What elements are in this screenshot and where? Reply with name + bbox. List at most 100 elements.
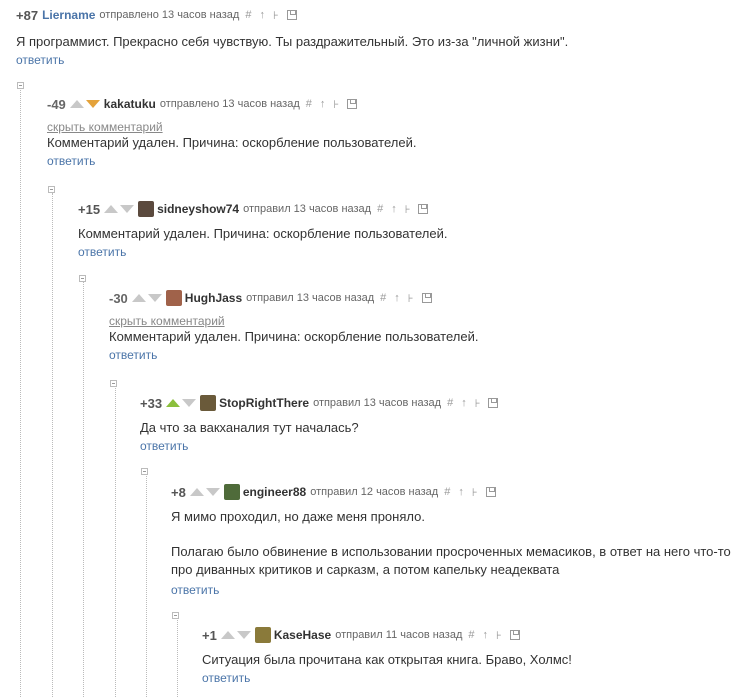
author-link[interactable]: kakatuku: [104, 97, 156, 111]
save-icon[interactable]: [347, 99, 358, 109]
thread-line: [177, 618, 178, 697]
upvote-icon[interactable]: [104, 205, 119, 213]
comment-header: +1 KaseHase отправил 11 часов назад # ↑ …: [202, 625, 732, 645]
upvote-icon[interactable]: [220, 631, 235, 639]
vote-buttons: [166, 399, 197, 407]
upvote-icon[interactable]: [166, 399, 181, 407]
parent-icon[interactable]: ↑: [394, 292, 400, 304]
timestamp: отправил 13 часов назад: [243, 203, 372, 215]
collapse-toggle[interactable]: [141, 468, 148, 475]
rating: +1: [202, 627, 217, 643]
comment: -30 HughJass отправил 13 часов назад # ↑…: [109, 288, 739, 362]
parent-icon[interactable]: ↑: [458, 486, 464, 498]
comment-text: Я программист. Прекрасно себя чувствую. …: [16, 34, 569, 49]
branch-icon[interactable]: ⊦: [472, 486, 478, 499]
reply-link[interactable]: ответить: [171, 583, 736, 597]
downvote-icon[interactable]: [85, 100, 100, 108]
comment-header: -49 kakatuku отправлено 13 часов назад #…: [47, 94, 737, 114]
downvote-icon[interactable]: [120, 205, 135, 213]
branch-icon[interactable]: ⊦: [496, 629, 502, 642]
downvote-icon[interactable]: [147, 294, 162, 302]
permalink-icon[interactable]: #: [380, 292, 386, 304]
avatar: [223, 484, 240, 500]
vote-buttons: [104, 205, 135, 213]
author-link[interactable]: HughJass: [185, 291, 242, 305]
thread-line: [83, 281, 84, 697]
collapse-toggle[interactable]: [172, 612, 179, 619]
parent-icon[interactable]: ↑: [461, 397, 467, 409]
collapse-toggle[interactable]: [79, 275, 86, 282]
timestamp: отправил 11 часов назад: [335, 629, 463, 641]
rating: -49: [47, 96, 66, 112]
rating: +87: [16, 7, 39, 23]
upvote-icon[interactable]: [189, 488, 204, 496]
permalink-icon[interactable]: #: [245, 9, 251, 21]
parent-icon[interactable]: ↑: [320, 98, 326, 110]
save-icon[interactable]: [509, 630, 520, 640]
reply-link[interactable]: ответить: [140, 439, 740, 453]
comment-actions: # ↑ ⊦: [306, 98, 358, 111]
branch-icon[interactable]: ⊦: [333, 98, 339, 111]
hide-comment-link[interactable]: скрыть комментарий: [109, 314, 739, 328]
author-link[interactable]: KaseHase: [274, 628, 331, 642]
comment-text: Комментарий удален. Причина: оскорбление…: [47, 135, 417, 150]
collapse-toggle[interactable]: [17, 82, 24, 89]
parent-icon[interactable]: ↑: [259, 9, 265, 21]
save-icon[interactable]: [488, 398, 499, 408]
upvote-icon[interactable]: [69, 100, 84, 108]
save-icon[interactable]: [286, 10, 297, 20]
comment-text: Я мимо проходил, но даже меня проняло.: [171, 509, 425, 524]
branch-icon[interactable]: ⊦: [273, 9, 279, 22]
branch-icon[interactable]: ⊦: [405, 203, 411, 216]
comment-actions: # ↑ ⊦: [380, 292, 432, 305]
thread-line: [115, 386, 116, 697]
parent-icon[interactable]: ↑: [391, 203, 397, 215]
branch-icon[interactable]: ⊦: [475, 397, 481, 410]
comment-actions: # ↑ ⊦: [377, 203, 429, 216]
parent-icon[interactable]: ↑: [483, 629, 489, 641]
permalink-icon[interactable]: #: [444, 486, 450, 498]
avatar: [254, 627, 271, 643]
avatar: [165, 290, 182, 306]
comment-actions: # ↑ ⊦: [468, 629, 520, 642]
comment: +87 Liername отправлено 13 часов назад #…: [16, 5, 736, 68]
comment: +33 StopRightThere отправил 13 часов наз…: [140, 393, 740, 453]
downvote-icon[interactable]: [182, 399, 197, 407]
reply-link[interactable]: ответить: [78, 245, 738, 259]
save-icon[interactable]: [418, 204, 429, 214]
comment: +1 KaseHase отправил 11 часов назад # ↑ …: [202, 625, 732, 685]
permalink-icon[interactable]: #: [306, 98, 312, 110]
rating: +15: [78, 201, 101, 217]
branch-icon[interactable]: ⊦: [408, 292, 414, 305]
comment-actions: # ↑ ⊦: [444, 486, 496, 499]
permalink-icon[interactable]: #: [447, 397, 453, 409]
save-icon[interactable]: [421, 293, 432, 303]
reply-link[interactable]: ответить: [16, 53, 736, 67]
collapse-toggle[interactable]: [110, 380, 117, 387]
comment-header: +33 StopRightThere отправил 13 часов наз…: [140, 393, 740, 413]
permalink-icon[interactable]: #: [377, 203, 383, 215]
vote-buttons: [69, 100, 100, 108]
hide-comment-link[interactable]: скрыть комментарий: [47, 120, 737, 134]
author-link[interactable]: StopRightThere: [219, 396, 309, 410]
author-link[interactable]: Liername: [42, 8, 95, 22]
save-icon[interactable]: [485, 487, 496, 497]
vote-buttons: [220, 631, 251, 639]
downvote-icon[interactable]: [236, 631, 251, 639]
comment-header: +15 sidneyshow74 отправил 13 часов назад…: [78, 199, 738, 219]
comment-text: Комментарий удален. Причина: оскорбление…: [78, 226, 448, 241]
upvote-icon[interactable]: [131, 294, 146, 302]
downvote-icon[interactable]: [205, 488, 220, 496]
timestamp: отправил 13 часов назад: [313, 397, 442, 409]
author-link[interactable]: engineer88: [243, 485, 306, 499]
permalink-icon[interactable]: #: [468, 629, 474, 641]
timestamp: отправлено 13 часов назад: [159, 98, 300, 110]
reply-link[interactable]: ответить: [202, 671, 732, 685]
avatar: [200, 395, 217, 411]
author-link[interactable]: sidneyshow74: [157, 202, 239, 216]
collapse-toggle[interactable]: [48, 186, 55, 193]
rating: +8: [171, 484, 186, 500]
reply-link[interactable]: ответить: [47, 154, 737, 168]
reply-link[interactable]: ответить: [109, 348, 739, 362]
thread-line: [52, 193, 53, 697]
